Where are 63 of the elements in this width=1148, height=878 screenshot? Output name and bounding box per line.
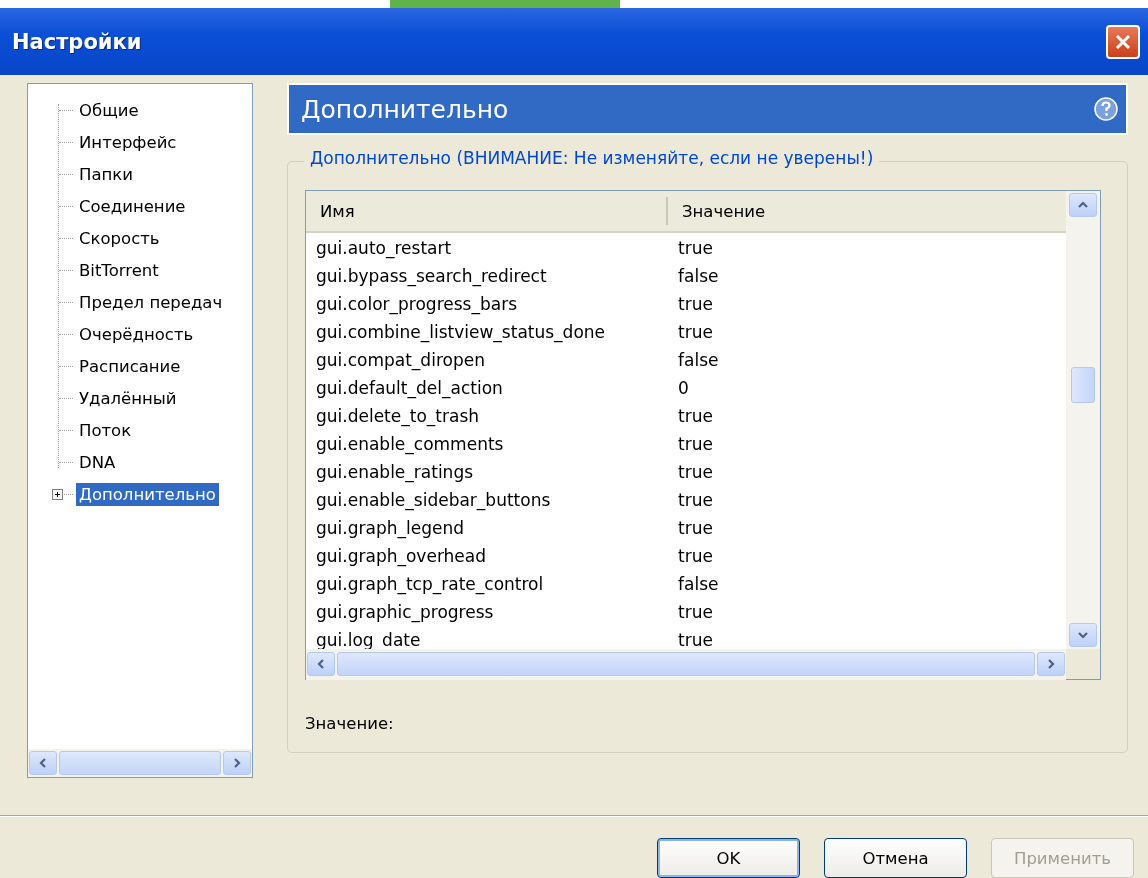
table-cell: true xyxy=(678,518,713,538)
table-cell: true xyxy=(678,322,713,342)
scrollbar-thumb[interactable] xyxy=(59,750,221,775)
table-cell: true xyxy=(678,238,713,258)
tree-item[interactable]: Общие xyxy=(76,98,142,122)
section-title: Дополнительно xyxy=(301,94,510,124)
tree-item[interactable]: Поток xyxy=(76,418,135,442)
group-title: Дополнительно (ВНИМАНИЕ: Не изменяйте, если не уверены!) xyxy=(304,148,880,168)
tree-item[interactable]: Папки xyxy=(76,162,136,186)
tree-item[interactable]: Соединение xyxy=(76,194,189,218)
table-cell-text: gui.combine_listview_status_done xyxy=(315,322,607,342)
dialog-button[interactable]: Отмена xyxy=(824,838,967,878)
table-cell: true xyxy=(678,630,713,649)
table-cell: 0 xyxy=(678,378,689,398)
table-cell-text: gui.enable_sidebar_buttons xyxy=(315,490,552,510)
column-header[interactable]: Имя xyxy=(306,197,668,225)
scrollbar-thumb[interactable] xyxy=(337,652,1035,676)
scroll-left-button[interactable] xyxy=(29,750,57,775)
close-button[interactable] xyxy=(1106,24,1140,59)
table-cell: true xyxy=(678,406,713,426)
table-cell-text: gui.bypass_search_redirect xyxy=(315,266,548,286)
tree-item[interactable]: Предел передач xyxy=(76,290,226,314)
table-cell: true xyxy=(678,490,713,510)
help-icon[interactable] xyxy=(1094,97,1118,121)
table-cell-text: gui.graphic_progress xyxy=(315,602,495,622)
expand-icon[interactable] xyxy=(52,488,63,500)
tree-item[interactable]: Расписание xyxy=(76,354,184,378)
table-cell: false xyxy=(678,266,719,286)
tree-item[interactable]: Дополнительно xyxy=(76,482,219,506)
value-label: Значение: xyxy=(305,714,395,733)
scroll-down-button[interactable] xyxy=(1069,623,1097,647)
table-cell: true xyxy=(678,546,713,566)
scroll-right-button[interactable] xyxy=(223,750,251,775)
table-cell: true xyxy=(678,294,713,314)
tree-item[interactable]: Удалённый xyxy=(76,386,180,410)
table-cell: false xyxy=(678,350,719,370)
tree-item[interactable]: DNA xyxy=(76,450,119,474)
table-cell-text: gui.color_progress_bars xyxy=(315,294,518,314)
table-cell-text: gui.auto_restart xyxy=(315,238,453,258)
tree-item[interactable]: Интерфейс xyxy=(76,130,180,154)
scroll-right-button[interactable] xyxy=(1037,652,1065,676)
dialog-button[interactable]: OK xyxy=(657,838,800,878)
table-cell: true xyxy=(678,462,713,482)
table-cell-text: gui.enable_ratings xyxy=(315,462,475,482)
scrollbar-thumb[interactable] xyxy=(1071,367,1095,403)
window-title: Настройки xyxy=(12,29,143,54)
tree-item[interactable]: Скорость xyxy=(76,226,163,250)
table-cell-text: gui.graph_legend xyxy=(315,518,465,538)
table-cell-text: gui.graph_overhead xyxy=(315,546,487,566)
table-cell-text: gui.delete_to_trash xyxy=(315,406,481,426)
table-cell-text: gui.enable_comments xyxy=(315,434,505,454)
column-header[interactable]: Значение xyxy=(668,191,1066,231)
tree-item[interactable]: Очерёдность xyxy=(76,322,197,346)
scroll-left-button[interactable] xyxy=(307,652,335,676)
table-cell: true xyxy=(678,602,713,622)
scroll-up-button[interactable] xyxy=(1069,193,1097,217)
table-cell-text: gui.graph_tcp_rate_control xyxy=(315,574,545,594)
tree-item[interactable]: BitTorrent xyxy=(76,258,162,282)
table-cell: true xyxy=(678,434,713,454)
table-cell-text: gui.default_del_action xyxy=(315,378,504,398)
scrollbar-corner xyxy=(1066,649,1100,679)
table-cell-text: gui.compat_diropen xyxy=(315,350,486,370)
table-cell: false xyxy=(678,574,719,594)
